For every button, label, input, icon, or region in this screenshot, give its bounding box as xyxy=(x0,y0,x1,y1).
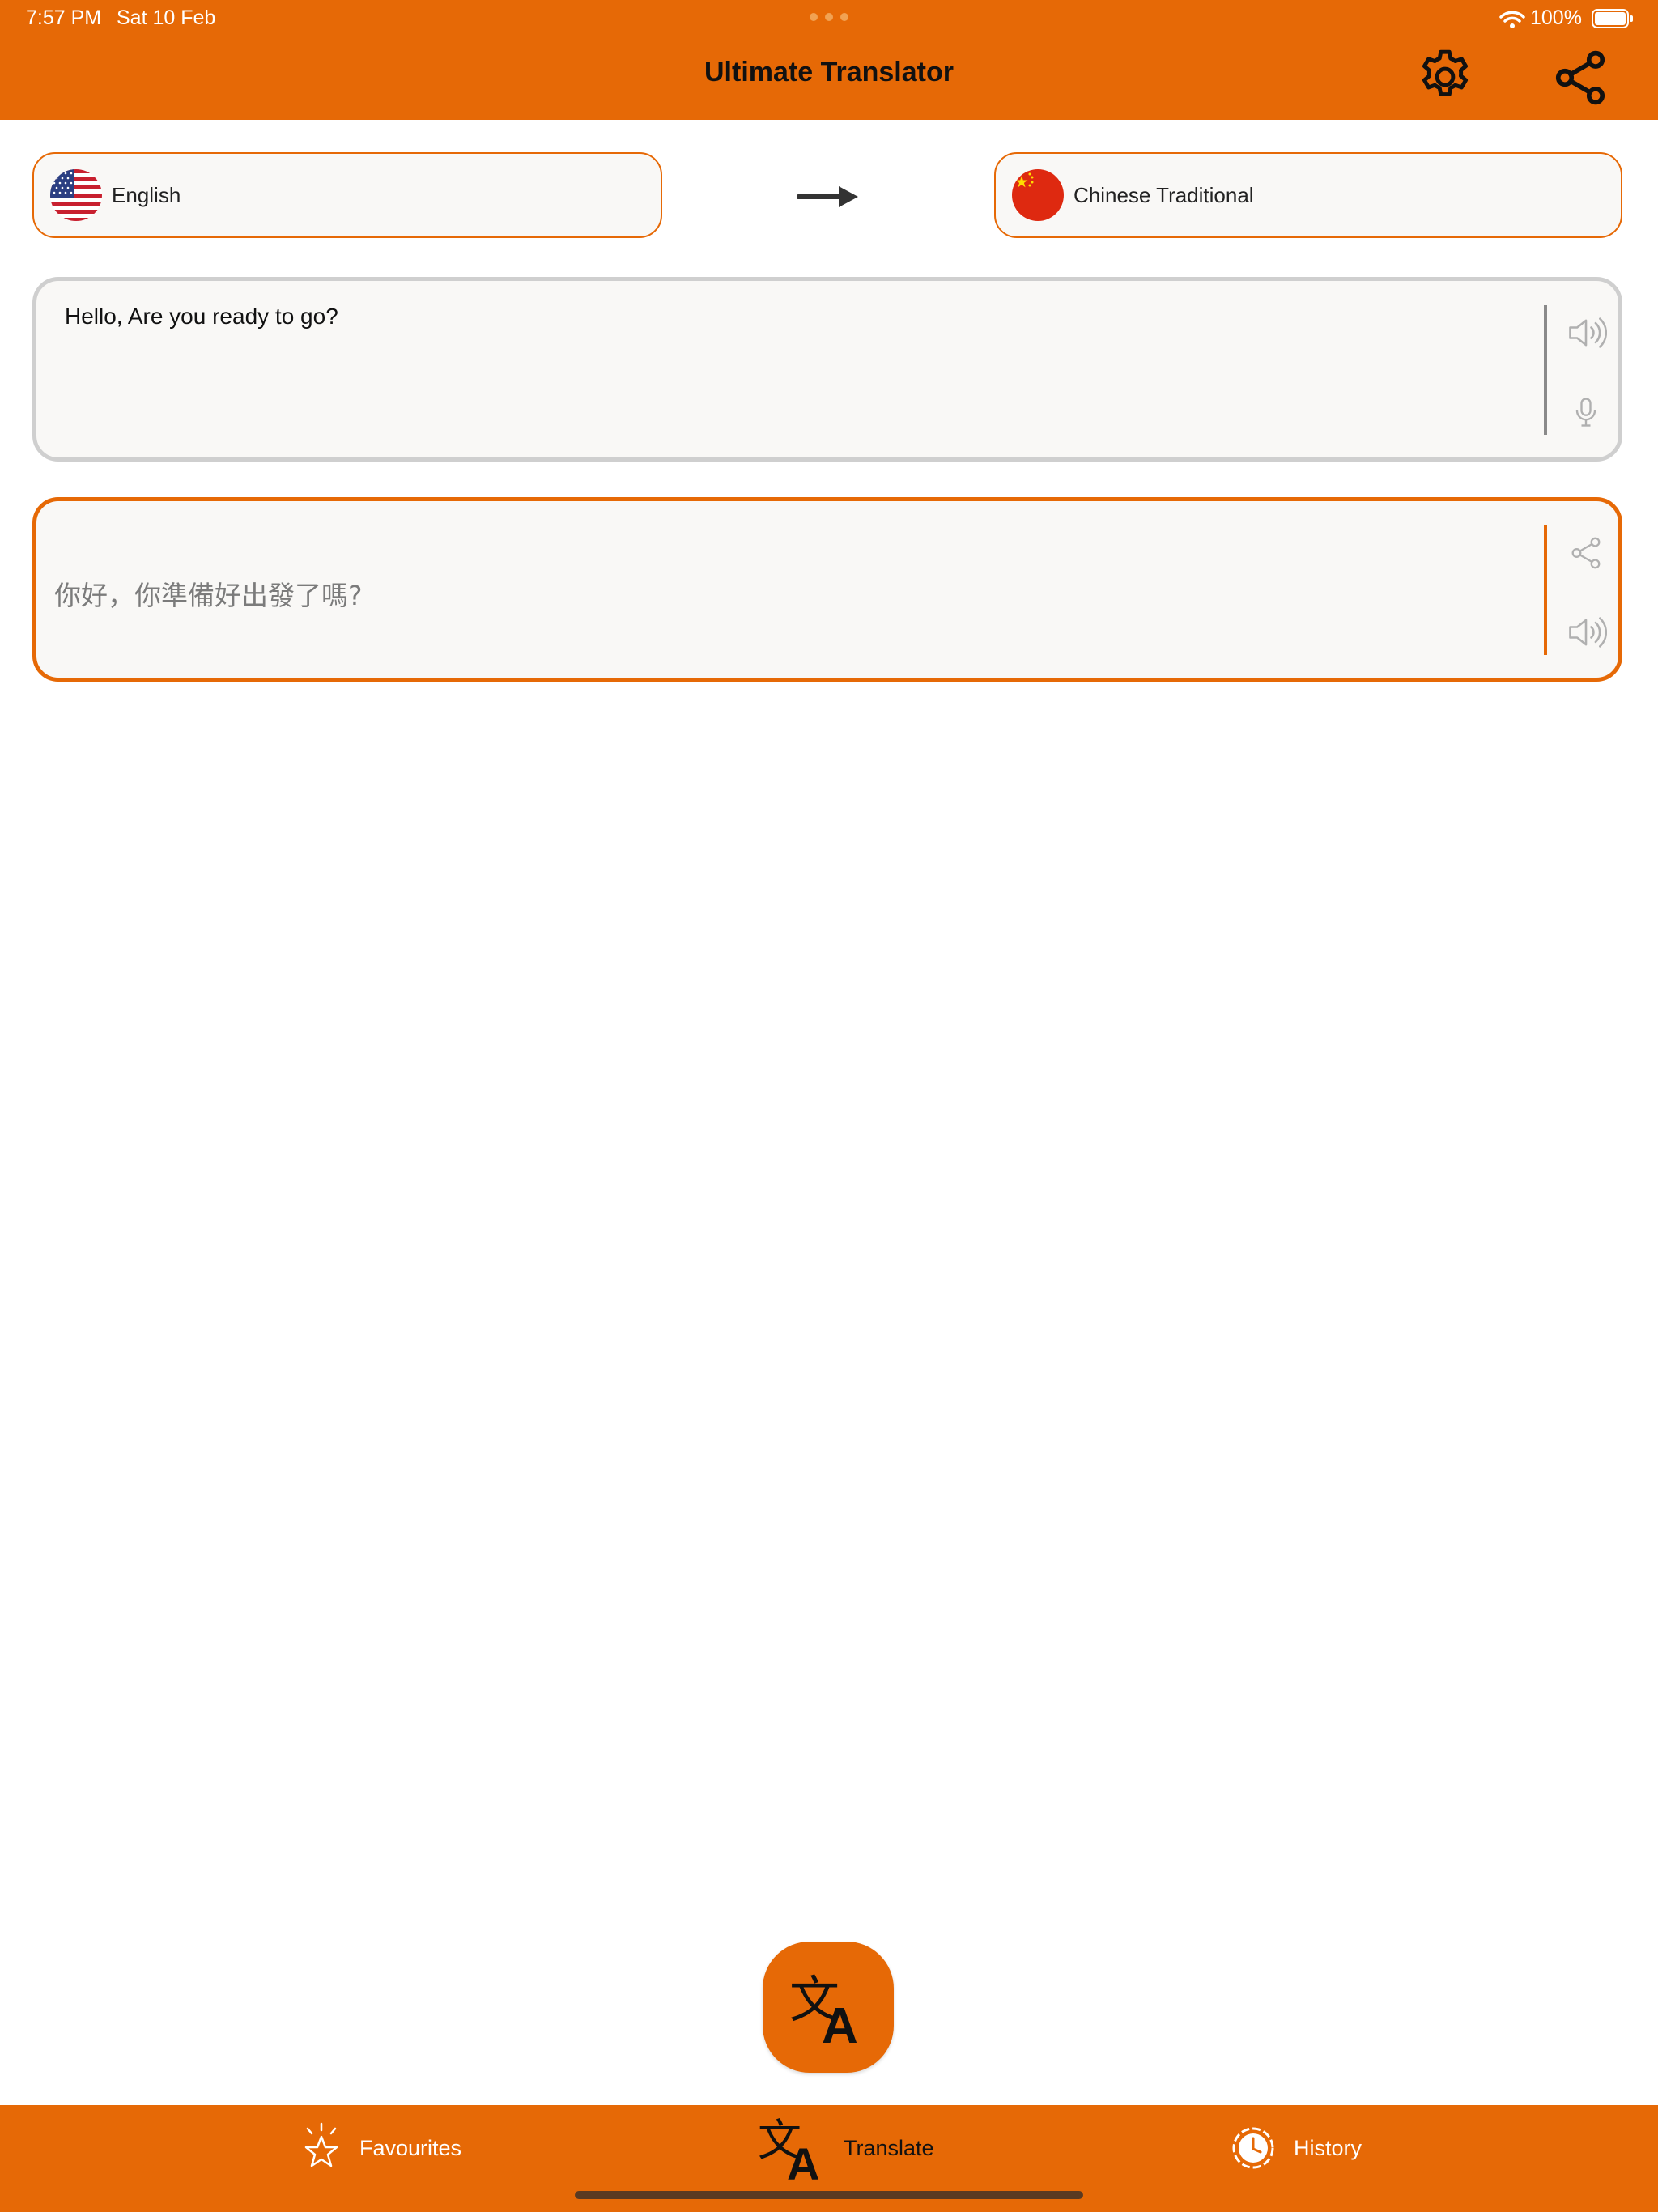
target-language-selector[interactable]: Chinese Traditional xyxy=(994,152,1622,238)
source-speaker-icon[interactable] xyxy=(1560,307,1612,359)
source-text[interactable]: Hello, Are you ready to go? xyxy=(65,304,338,330)
translate-tab-icon: 文 A xyxy=(758,2115,819,2183)
translation-output-box[interactable]: 你好，你準備好出發了嗎? xyxy=(32,497,1622,682)
translated-text: 你好，你準備好出發了嗎? xyxy=(54,580,363,611)
translate-button[interactable]: 文 A xyxy=(763,1942,894,2073)
tab-favourites-label: Favourites xyxy=(359,2135,462,2160)
target-divider xyxy=(1544,525,1547,655)
us-flag-icon xyxy=(50,169,102,221)
target-language-label: Chinese Traditional xyxy=(1073,182,1254,207)
tab-favourites[interactable]: Favourites xyxy=(300,2105,461,2191)
share-icon[interactable] xyxy=(1550,47,1611,108)
history-icon xyxy=(1232,2127,1274,2169)
source-language-selector[interactable]: English xyxy=(32,152,662,238)
tab-translate-label: Translate xyxy=(844,2135,934,2160)
tab-translate[interactable]: 文 A Translate xyxy=(758,2105,934,2191)
star-icon xyxy=(304,2122,338,2167)
source-divider xyxy=(1544,305,1547,435)
battery-percent: 100% xyxy=(1530,6,1582,29)
direction-arrow-icon[interactable] xyxy=(796,183,860,211)
battery-icon xyxy=(1592,8,1634,29)
source-language-label: English xyxy=(112,182,181,207)
multitasking-dots-icon[interactable] xyxy=(810,13,848,24)
source-text-box[interactable]: Hello, Are you ready to go? xyxy=(32,277,1622,462)
app-title: Ultimate Translator xyxy=(704,57,954,87)
china-flag-icon xyxy=(1012,169,1064,221)
settings-gear-icon[interactable] xyxy=(1415,47,1475,107)
target-speaker-icon[interactable] xyxy=(1560,606,1612,658)
tab-history-label: History xyxy=(1294,2135,1363,2160)
wifi-icon xyxy=(1499,10,1525,29)
tab-history[interactable]: History xyxy=(1229,2105,1362,2191)
share-translation-icon[interactable] xyxy=(1560,527,1612,579)
translate-icon: 文 A xyxy=(789,1970,858,2046)
status-time: 7:57 PM xyxy=(26,6,102,29)
microphone-icon[interactable] xyxy=(1560,386,1612,438)
status-date: Sat 10 Feb xyxy=(117,6,216,29)
svg-text:A: A xyxy=(787,2138,819,2183)
svg-text:A: A xyxy=(822,1998,858,2046)
home-indicator xyxy=(575,2191,1083,2199)
